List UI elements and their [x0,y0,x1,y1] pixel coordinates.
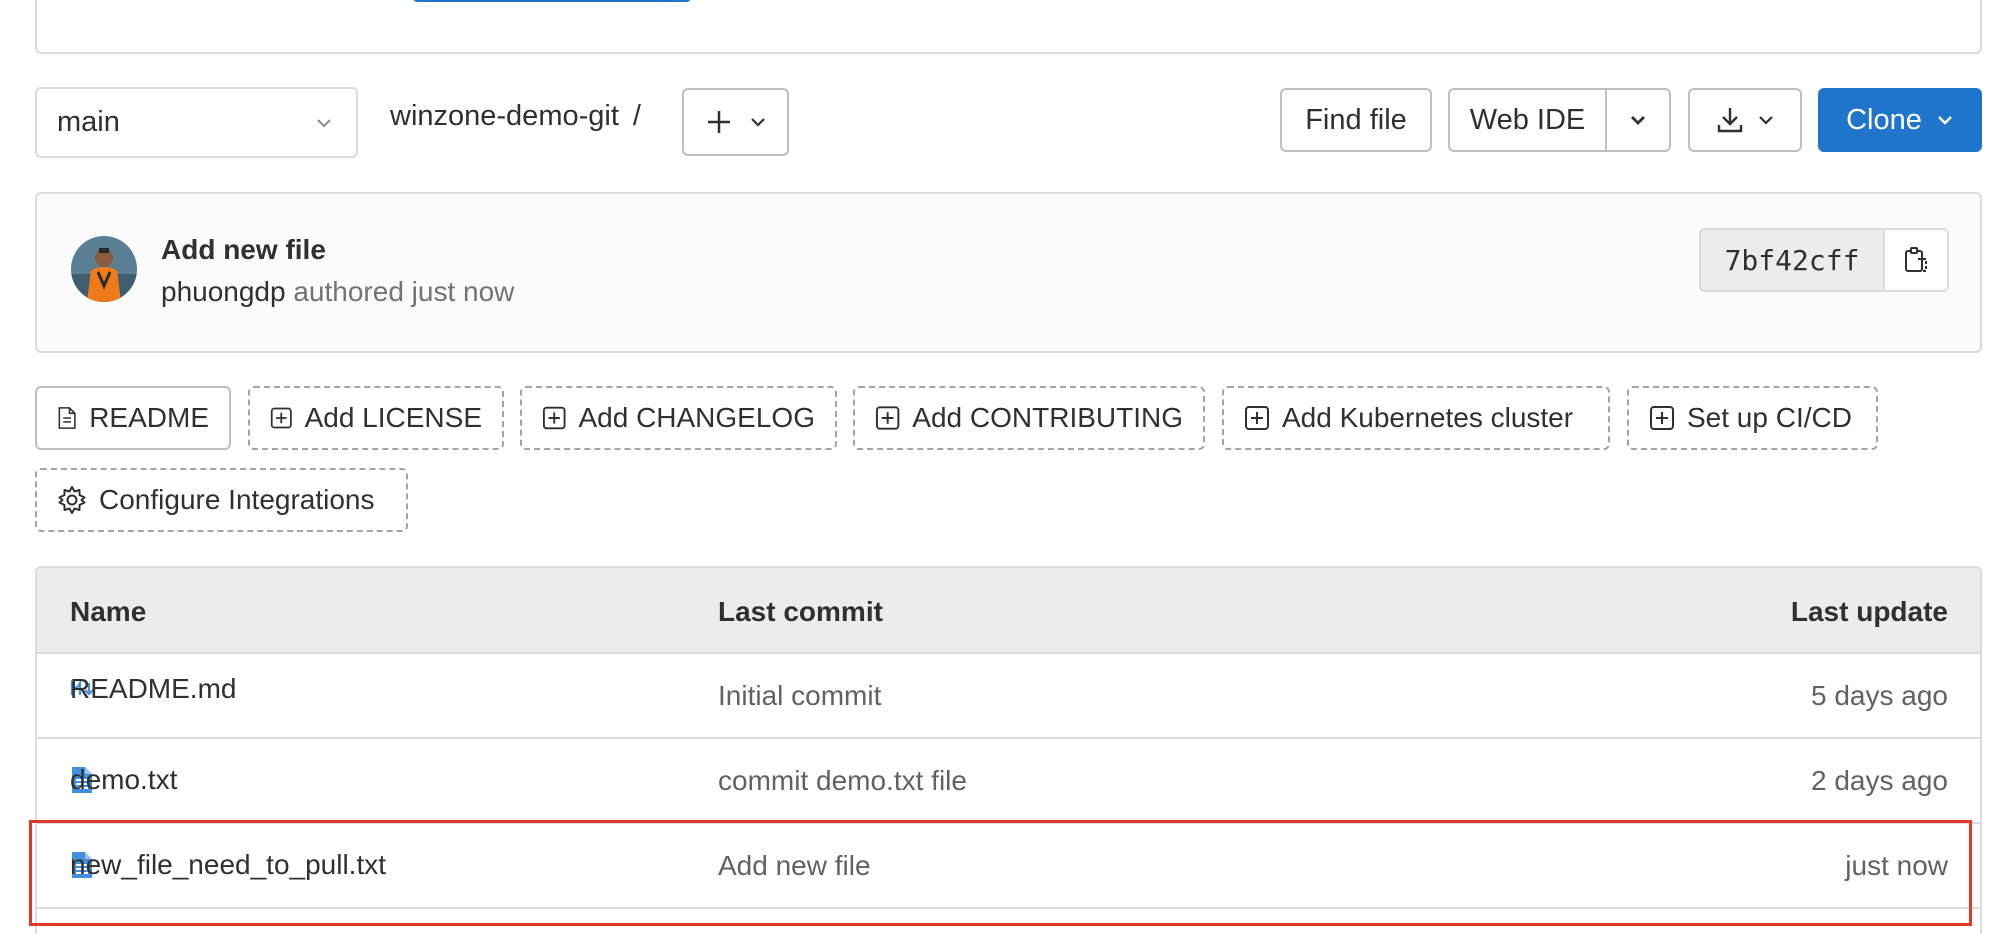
download-button[interactable] [1688,88,1802,152]
add-changelog-button[interactable]: Add CHANGELOG [520,386,837,450]
find-file-button[interactable]: Find file [1280,88,1432,152]
add-contributing-label: Add CONTRIBUTING [912,402,1183,433]
web-ide-options-button[interactable] [1605,88,1671,152]
add-license-label: Add LICENSE [304,402,482,433]
avatar-image [71,236,137,302]
configure-integrations-button[interactable]: Configure Integrations [35,468,408,532]
table-row[interactable]: README.md Initial commit 5 days ago [37,654,1980,739]
clone-label: Clone [1846,103,1922,136]
commit-sha-group: 7bf42cff [1699,228,1949,292]
table-header: Name Last commit Last update [37,568,1980,654]
plus-square-icon [542,406,566,430]
commit-title[interactable]: Add new file [161,234,326,266]
commit-sha[interactable]: 7bf42cff [1699,228,1885,292]
file-name-cell: README.md [70,673,236,704]
plus-square-icon [1245,406,1269,430]
add-contributing-button[interactable]: Add CONTRIBUTING [853,386,1205,450]
plus-square-icon [875,406,900,430]
add-to-tree-dropdown[interactable] [682,88,789,156]
plus-icon [707,111,730,133]
file-name-cell: demo.txt [70,764,177,795]
chevron-down-icon [1631,116,1645,125]
setup-cicd-label: Set up CI/CD [1687,402,1852,433]
chevron-down-icon [317,119,331,128]
header-name: Name [70,596,147,627]
file-link[interactable]: demo.txt [70,764,177,796]
readme-label: README [89,402,209,433]
commit-message-link[interactable]: Initial commit [718,680,881,712]
breadcrumb-project[interactable]: winzone-demo-git [390,100,619,132]
breadcrumb-separator: / [632,100,641,132]
setup-cicd-button[interactable]: Set up CI/CD [1627,386,1878,450]
configure-integrations-label: Configure Integrations [99,484,375,515]
add-license-button[interactable]: Add LICENSE [248,386,504,450]
gear-icon [58,486,86,514]
download-icon [1717,108,1743,133]
commit-time: authored just now [293,276,515,307]
highlight-annotation-box [29,820,1972,926]
copy-icon [1905,247,1927,272]
last-update-time: 2 days ago [1811,765,1948,796]
primary-button-edge[interactable] [412,0,692,2]
file-link[interactable]: README.md [70,673,236,705]
readme-button[interactable]: README [35,386,231,450]
add-changelog-label: Add CHANGELOG [578,402,815,433]
header-last-update: Last update [1790,596,1948,627]
branch-name: main [57,106,120,138]
find-file-label: Find file [1305,103,1407,136]
last-update-time: 5 days ago [1811,680,1948,711]
last-commit-panel: Add new file phuongdp authored just now … [35,192,1982,353]
web-ide-button[interactable]: Web IDE [1448,88,1607,152]
branch-selector[interactable]: main [35,87,358,158]
avatar[interactable] [71,236,137,302]
add-kubernetes-cluster-label: Add Kubernetes cluster [1282,402,1574,433]
clone-button[interactable]: Clone [1818,88,1982,152]
file-icon [58,407,76,429]
plus-square-icon [1650,406,1674,430]
header-last-commit: Last commit [718,596,883,627]
chevron-down-icon [750,118,765,127]
top-card [35,0,1982,54]
commit-meta: phuongdp authored just now [161,276,514,308]
breadcrumb: winzone-demo-git / [390,100,641,133]
chevron-down-icon [1938,116,1952,125]
chevron-down-icon [1759,116,1773,125]
commit-message-link[interactable]: commit demo.txt file [718,765,967,797]
web-ide-label: Web IDE [1469,103,1586,136]
commit-author[interactable]: phuongdp [161,276,286,307]
add-kubernetes-cluster-button[interactable]: Add Kubernetes cluster [1222,386,1610,450]
plus-square-icon [270,407,292,429]
copy-sha-button[interactable] [1885,228,1949,292]
table-row[interactable]: demo.txt commit demo.txt file 2 days ago [37,739,1980,824]
